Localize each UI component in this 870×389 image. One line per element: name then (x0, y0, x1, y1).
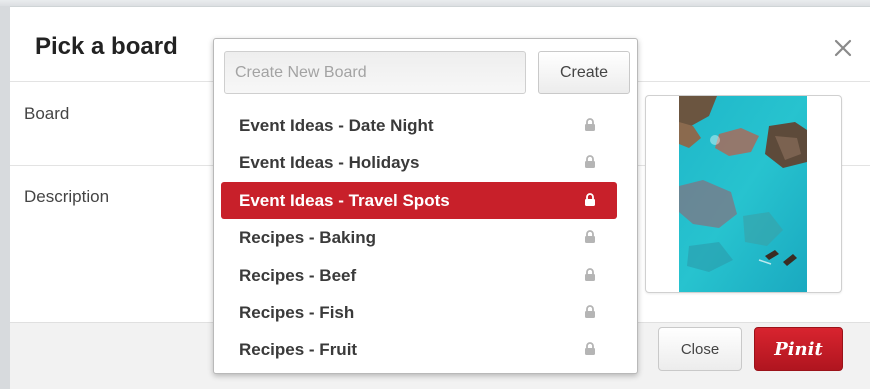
board-item-label: Recipes - Beef (239, 265, 357, 285)
coastal-water-photo (679, 96, 807, 292)
lock-icon (584, 192, 596, 207)
board-item-label: Event Ideas - Holidays (239, 153, 420, 173)
description-label: Description (24, 187, 110, 206)
close-x-icon[interactable] (832, 37, 854, 59)
board-item[interactable]: Recipes - Baking (221, 219, 617, 256)
lock-icon (584, 267, 596, 282)
board-item[interactable]: Recipes - Fruit (221, 331, 617, 368)
create-board-button[interactable]: Create (538, 51, 630, 94)
create-board-input[interactable] (224, 51, 526, 94)
board-item[interactable]: Event Ideas - Date Night (221, 107, 617, 144)
close-button[interactable]: Close (658, 327, 742, 371)
modal-title: Pick a board (35, 33, 178, 60)
board-item[interactable]: Recipes - Beef (221, 257, 617, 294)
board-item[interactable]: Recipes - Fish (221, 294, 617, 331)
pinit-button[interactable]: Pinit (754, 327, 843, 371)
lock-icon (584, 155, 596, 169)
board-item-label: Recipes - Fruit (239, 340, 358, 360)
board-item-label: Recipes - Baking (239, 228, 376, 248)
board-item[interactable]: Event Ideas - Holidays (221, 144, 617, 181)
lock-icon (584, 118, 596, 132)
board-item-label: Event Ideas - Date Night (239, 116, 434, 135)
board-item-selected[interactable]: Event Ideas - Travel Spots (221, 181, 617, 220)
pin-preview (645, 95, 842, 293)
board-item-label: Recipes - Fish (239, 302, 355, 322)
lock-icon (584, 230, 596, 244)
lock-icon (584, 342, 596, 356)
board-dropdown: Create Event Ideas - Date Night Event Id… (213, 38, 638, 374)
board-list: Event Ideas - Date Night Event Ideas - H… (221, 107, 617, 369)
board-label: Board (24, 104, 70, 123)
lock-icon (584, 305, 596, 319)
board-item-label: Event Ideas - Travel Spots (239, 190, 450, 210)
